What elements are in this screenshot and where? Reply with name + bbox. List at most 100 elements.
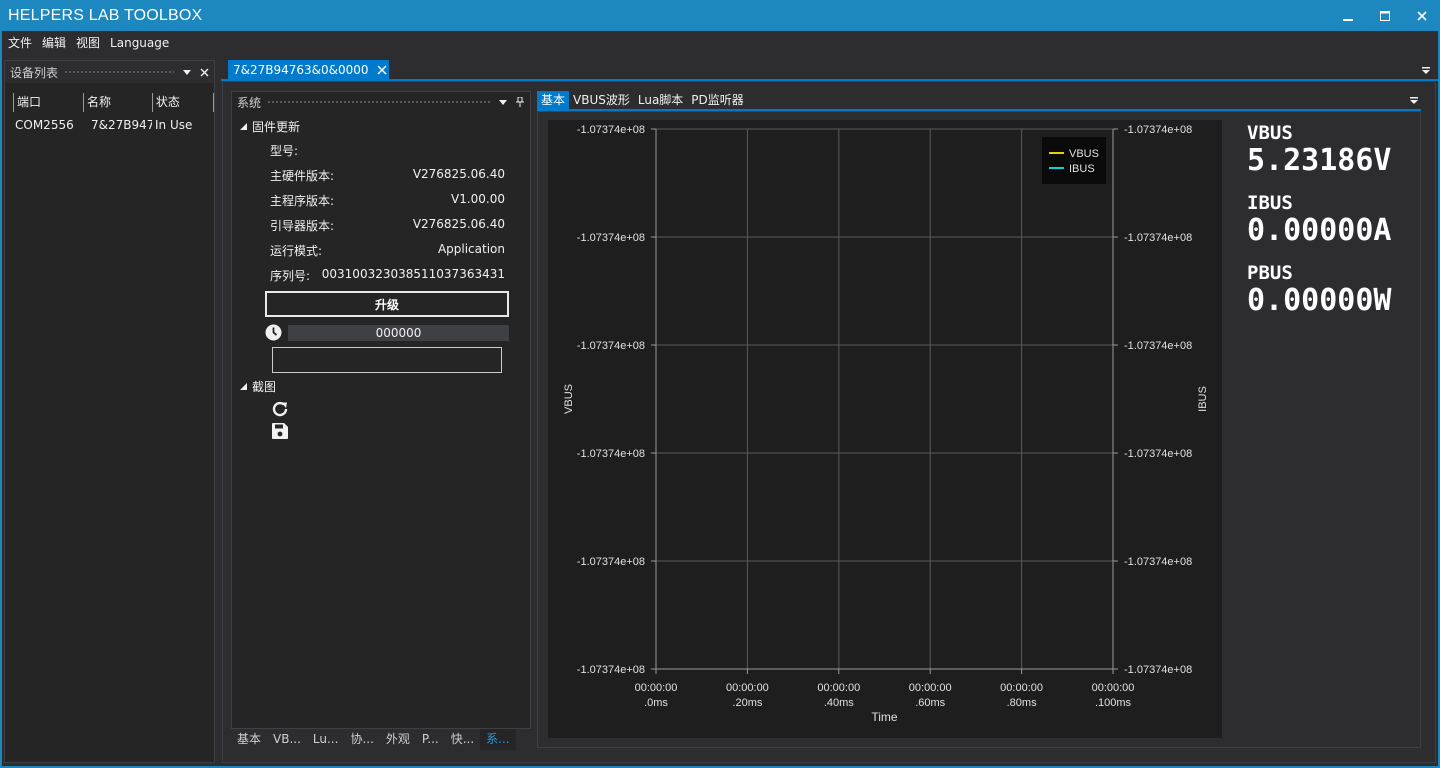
readout-value: 5.23186V — [1247, 143, 1392, 178]
overflow-caret-icon — [1410, 97, 1418, 104]
system-panel-title: 系统 — [237, 95, 262, 110]
caret-down-icon — [183, 69, 191, 75]
overflow-caret-icon — [1422, 67, 1430, 74]
panel-grip[interactable] — [267, 99, 490, 105]
document-tab-label: 7&27B94763&0&0000 — [233, 63, 369, 77]
firmware-path-input[interactable] — [272, 347, 502, 373]
bottom-tab-shortcut[interactable]: 快... — [445, 729, 480, 750]
table-row[interactable]: COM2556 7&27B94763&0&0000 In Use — [13, 114, 214, 136]
field-label: 引导器版本: — [270, 219, 335, 233]
y-right-tick-label: -1.07374e+08 — [1124, 664, 1192, 676]
bottom-tab-appearance[interactable]: 外观 — [380, 729, 416, 750]
inner-tabs-menu-button[interactable] — [1408, 95, 1420, 110]
menu-view[interactable]: 视图 — [71, 31, 105, 56]
close-window-button[interactable] — [1403, 0, 1440, 31]
bottom-tab-basic[interactable]: 基本 — [231, 729, 267, 750]
menu-edit[interactable]: 编辑 — [37, 31, 71, 56]
collapse-triangle-icon — [240, 122, 247, 130]
menu-file[interactable]: 文件 — [3, 31, 37, 56]
collapse-triangle-icon — [240, 382, 247, 390]
firmware-section-header[interactable]: 固件更新 — [232, 115, 530, 137]
chart-svg: 00:00:00 .0ms 00:00:00 .20ms 00:00:00 .40ms 00… — [563, 124, 1209, 724]
field-label: 主硬件版本: — [270, 169, 335, 183]
x-tick-label: .40ms — [824, 697, 854, 709]
maximize-button[interactable] — [1366, 0, 1403, 31]
panel-grip[interactable] — [64, 69, 174, 75]
bottom-tab-protocol[interactable]: 协... — [344, 729, 379, 750]
caret-down-icon — [499, 99, 507, 105]
bottom-tab-p[interactable]: P... — [416, 729, 445, 750]
column-header-name[interactable]: 名称 — [84, 93, 153, 112]
window-border-left — [0, 31, 2, 768]
y-left-tick-label: -1.07374e+08 — [577, 340, 645, 352]
device-list-panel: 设备列表 端口 名称 状态 COM2556 7&27B94763&0&0000 … — [4, 60, 215, 763]
field-value: V1.00.00 — [450, 192, 505, 206]
system-panel-header: 系统 — [232, 92, 530, 112]
close-icon — [1416, 10, 1427, 21]
field-value: V276825.06.40 — [412, 217, 505, 231]
y-right-tick-label: -1.07374e+08 — [1124, 448, 1192, 460]
column-header-status[interactable]: 状态 — [153, 93, 215, 112]
legend-label-ibus: IBUS — [1069, 163, 1095, 175]
device-table-header: 端口 名称 状态 — [13, 93, 215, 112]
refresh-icon[interactable] — [271, 400, 289, 421]
tab-vbus-waveform[interactable]: VBUS波形 — [569, 91, 634, 110]
system-panel-bottom-tabs: 基本 VB... Lu... 协... 外观 P... 快... 系... — [231, 729, 516, 750]
device-name-cell: 7&27B94763&0&0000 — [91, 118, 152, 132]
screenshot-section-title: 截图 — [252, 379, 277, 394]
field-hardware-version: 主硬件版本: V276825.06.40 — [270, 162, 505, 187]
inner-tab-strip: 基本 VBUS波形 Lua脚本 PD监听器 — [537, 91, 1421, 111]
field-bootloader-version: 引导器版本: V276825.06.40 — [270, 212, 505, 237]
device-port-cell: COM2556 — [15, 118, 74, 132]
screenshot-section-header[interactable]: 截图 — [232, 375, 530, 397]
document-tab-close-button[interactable] — [377, 65, 387, 75]
field-label: 型号: — [270, 144, 299, 158]
device-status-cell: In Use — [155, 118, 193, 132]
minimize-icon — [1342, 18, 1353, 21]
x-tick-label: .20ms — [732, 697, 762, 709]
tab-basic[interactable]: 基本 — [537, 91, 570, 110]
bottom-tab-system[interactable]: 系... — [480, 729, 516, 750]
menu-bar: 文件 编辑 视图 Language — [0, 31, 1440, 56]
upgrade-progress-bar: 000000 — [288, 325, 509, 341]
device-list-title: 设备列表 — [10, 65, 59, 80]
y-left-tick-label: -1.07374e+08 — [577, 556, 645, 568]
readout-value: 0.00000W — [1247, 283, 1392, 318]
readout-label: VBUS — [1247, 122, 1293, 144]
device-list-header: 设备列表 — [5, 61, 214, 83]
field-value: Application — [437, 242, 505, 256]
field-value: V276825.06.40 — [412, 167, 505, 181]
field-serial-number: 序列号: 00310032303851103736343​1 — [270, 262, 505, 287]
y-left-tick-label: -1.07374e+08 — [577, 664, 645, 676]
document-tabs-menu-button[interactable] — [1420, 64, 1432, 76]
tab-lua-script[interactable]: Lua脚本 — [634, 91, 687, 110]
field-firmware-version: 主程序版本: V1.00.00 — [270, 187, 505, 212]
firmware-section-title: 固件更新 — [252, 119, 301, 134]
tab-pd-monitor[interactable]: PD监听器 — [687, 91, 747, 110]
close-icon — [377, 65, 387, 75]
screenshot-section: 截图 — [232, 375, 530, 397]
readout-label: PBUS — [1247, 262, 1293, 284]
document-tab[interactable]: 7&27B94763&0&0000 — [228, 60, 389, 80]
vbus-ibus-chart: 00:00:00 .0ms 00:00:00 .20ms 00:00:00 .40ms 00… — [548, 120, 1222, 738]
column-header-port[interactable]: 端口 — [13, 93, 84, 112]
ibus-readout: IBUS 0.00000A — [1247, 192, 1392, 248]
menu-language[interactable]: Language — [105, 31, 174, 56]
x-tick-label: 00:00:00 — [726, 682, 769, 694]
minimize-button[interactable] — [1329, 0, 1366, 31]
bottom-tab-vbus[interactable]: VB... — [267, 729, 307, 750]
save-icon[interactable] — [272, 423, 288, 442]
panel-dropdown-button[interactable] — [180, 65, 194, 79]
field-label: 主程序版本: — [270, 194, 335, 208]
upgrade-button[interactable]: 升级 — [265, 291, 509, 317]
readout-value: 0.00000A — [1247, 213, 1392, 248]
pin-icon — [516, 97, 524, 107]
pbus-readout: PBUS 0.00000W — [1247, 262, 1392, 318]
panel-close-button[interactable] — [197, 65, 211, 79]
legend-label-vbus: VBUS — [1069, 148, 1099, 160]
x-tick-label: 00:00:00 — [1000, 682, 1043, 694]
panel-dropdown-button[interactable] — [496, 95, 510, 109]
x-tick-label: .0ms — [644, 697, 668, 709]
bottom-tab-lua[interactable]: Lu... — [307, 729, 345, 750]
panel-pin-button[interactable] — [513, 95, 527, 109]
